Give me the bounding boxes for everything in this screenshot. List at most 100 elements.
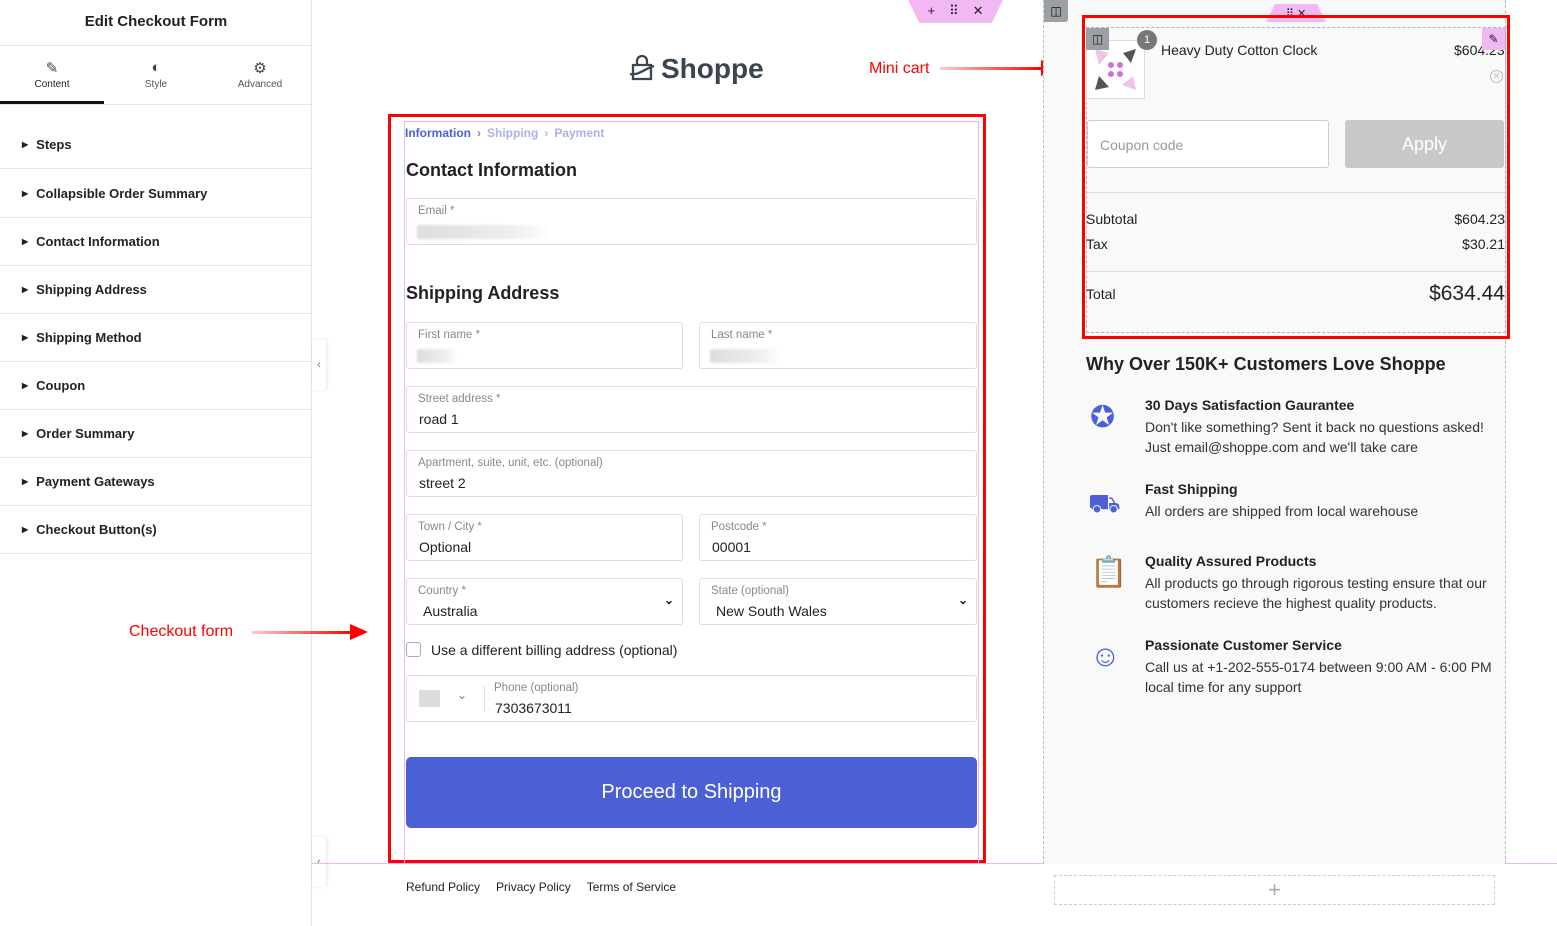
field-label: Last name *	[711, 329, 773, 341]
item-label: Collapsible Order Summary	[36, 186, 208, 201]
tab-label: Content	[34, 79, 70, 90]
email-field[interactable]: Email *	[406, 198, 977, 245]
item-label: Steps	[36, 137, 72, 152]
support-agent-icon: ☺	[1090, 640, 1121, 673]
last-name-field[interactable]: Last name *	[699, 322, 977, 369]
item-label: Payment Gateways	[36, 474, 155, 489]
field-label: Country *	[418, 585, 466, 597]
terms-of-service-link[interactable]: Terms of Service	[587, 880, 676, 894]
postcode-field[interactable]: Postcode * 00001	[699, 514, 977, 561]
chevron-down-icon[interactable]: ⌄	[457, 688, 467, 702]
quantity-badge: 1	[1137, 30, 1157, 50]
section-toolbar: + ⠿ ✕	[908, 0, 1003, 23]
tab-style[interactable]: ◐ Style	[104, 47, 208, 104]
shipping-heading: Shipping Address	[406, 283, 560, 303]
street-address-field[interactable]: Street address * road 1	[406, 386, 977, 433]
sidebar-item-shipping-address[interactable]: ▶ Shipping Address	[0, 266, 312, 314]
field-value: Australia	[423, 603, 478, 619]
item-label: Shipping Method	[36, 330, 142, 345]
item-label: Contact Information	[36, 234, 160, 249]
coupon-code-input[interactable]: Coupon code	[1087, 120, 1329, 168]
column-handle-icon[interactable]: ◫	[1086, 28, 1109, 50]
add-widget-button[interactable]: +	[1054, 875, 1495, 905]
editor-sidebar: Edit Checkout Form ✎ Content ◐ Style ⚙ Adva…	[0, 0, 312, 926]
blurred-value	[417, 225, 552, 239]
phone-field[interactable]: ⌄ Phone (optional) 7303673011	[406, 675, 977, 722]
column-handle-icon[interactable]: ◫	[1044, 0, 1068, 22]
badge-check-icon: ✪	[1090, 401, 1116, 434]
close-icon[interactable]: ✕	[973, 0, 984, 23]
country-flag-icon[interactable]	[419, 690, 440, 707]
subtotal-value: $604.23	[1454, 211, 1505, 227]
country-select[interactable]: Country * Australia ⌄	[406, 578, 683, 625]
sidebar-item-payment-gateways[interactable]: ▶ Payment Gateways	[0, 458, 312, 506]
tab-content[interactable]: ✎ Content	[0, 47, 104, 104]
caret-right-icon: ▶	[22, 189, 29, 198]
gear-icon: ⚙	[253, 60, 267, 77]
caret-right-icon: ▶	[22, 140, 29, 149]
feature-item: Passionate Customer Service Call us at +1…	[1145, 637, 1505, 697]
proceed-to-shipping-button[interactable]: Proceed to Shipping	[406, 757, 977, 828]
caret-right-icon: ▶	[22, 237, 29, 246]
feature-desc: Call us at +1-202-555-0174 between 9:00 …	[1145, 659, 1492, 695]
sidebar-item-shipping-method[interactable]: ▶ Shipping Method	[0, 314, 312, 362]
state-select[interactable]: State (optional) New South Wales ⌄	[699, 578, 977, 625]
feature-title: Passionate Customer Service	[1145, 637, 1342, 653]
field-value: 00001	[712, 539, 751, 555]
apartment-field[interactable]: Apartment, suite, unit, etc. (optional) s…	[406, 450, 977, 497]
field-label: State (optional)	[711, 585, 789, 597]
field-value: road 1	[419, 411, 459, 427]
item-label: Coupon	[36, 378, 86, 393]
sidebar-item-order-summary-collapsible[interactable]: ▶ Collapsible Order Summary	[0, 170, 312, 218]
caret-right-icon: ▶	[22, 285, 29, 294]
chevron-down-icon: ⌄	[663, 593, 674, 607]
sidebar-item-steps[interactable]: ▶ Steps	[0, 121, 312, 169]
field-value: 7303673011	[495, 700, 572, 716]
sidebar-item-coupon[interactable]: ▶ Coupon	[0, 362, 312, 410]
town-city-field[interactable]: Town / City * Optional	[406, 514, 683, 561]
breadcrumb: Information › Shipping › Payment	[405, 126, 605, 140]
blurred-value	[710, 349, 780, 363]
chevron-down-icon: ⌄	[957, 593, 968, 607]
breadcrumb-shipping[interactable]: Shipping	[487, 126, 538, 140]
panel-title: Edit Checkout Form	[0, 0, 312, 46]
field-value: New South Wales	[716, 603, 827, 619]
first-name-field[interactable]: First name *	[406, 322, 683, 369]
add-icon[interactable]: +	[927, 0, 935, 23]
privacy-policy-link[interactable]: Privacy Policy	[496, 880, 571, 894]
feature-desc: Don't like something? Sent it back no qu…	[1145, 419, 1484, 455]
remove-item-icon[interactable]: ✕	[1490, 70, 1503, 83]
tax-value: $30.21	[1462, 236, 1505, 252]
annotation-mini-cart: Mini cart	[869, 60, 930, 77]
edit-pencil-icon[interactable]: ✎	[1482, 28, 1505, 50]
billing-address-checkbox[interactable]	[406, 642, 421, 657]
billing-address-label[interactable]: Use a different billing address (optiona…	[431, 642, 677, 658]
apply-coupon-button[interactable]: Apply	[1345, 120, 1504, 168]
brand-logo: Shoppe	[627, 53, 764, 85]
divider	[484, 686, 485, 712]
collapse-panel-button[interactable]: ‹	[312, 837, 326, 887]
field-label: Postcode *	[711, 521, 767, 533]
sidebar-item-checkout-buttons[interactable]: ▶ Checkout Button(s)	[0, 506, 312, 554]
caret-right-icon: ▶	[22, 429, 29, 438]
breadcrumb-payment[interactable]: Payment	[554, 126, 604, 140]
drag-handle-icon[interactable]: ⠿	[949, 0, 959, 23]
pencil-icon: ✎	[45, 60, 59, 77]
tab-advanced[interactable]: ⚙ Advanced	[208, 47, 312, 104]
item-label: Order Summary	[36, 426, 135, 441]
contact-heading: Contact Information	[406, 160, 577, 180]
breadcrumb-information[interactable]: Information	[405, 126, 471, 140]
sidebar-item-order-summary[interactable]: ▶ Order Summary	[0, 410, 312, 458]
annotation-arrow	[940, 67, 1042, 70]
caret-right-icon: ▶	[22, 381, 29, 390]
collapse-panel-button[interactable]: ‹	[312, 340, 326, 390]
field-label: Phone (optional)	[494, 682, 579, 694]
sidebar-item-contact[interactable]: ▶ Contact Information	[0, 218, 312, 266]
why-heading: Why Over 150K+ Customers Love Shoppe	[1086, 354, 1446, 374]
blurred-value	[417, 349, 457, 363]
contrast-icon: ◐	[151, 59, 161, 76]
refund-policy-link[interactable]: Refund Policy	[406, 880, 480, 894]
subtotal-label: Subtotal	[1086, 211, 1138, 227]
caret-right-icon: ▶	[22, 525, 29, 534]
item-label: Checkout Button(s)	[36, 522, 157, 537]
